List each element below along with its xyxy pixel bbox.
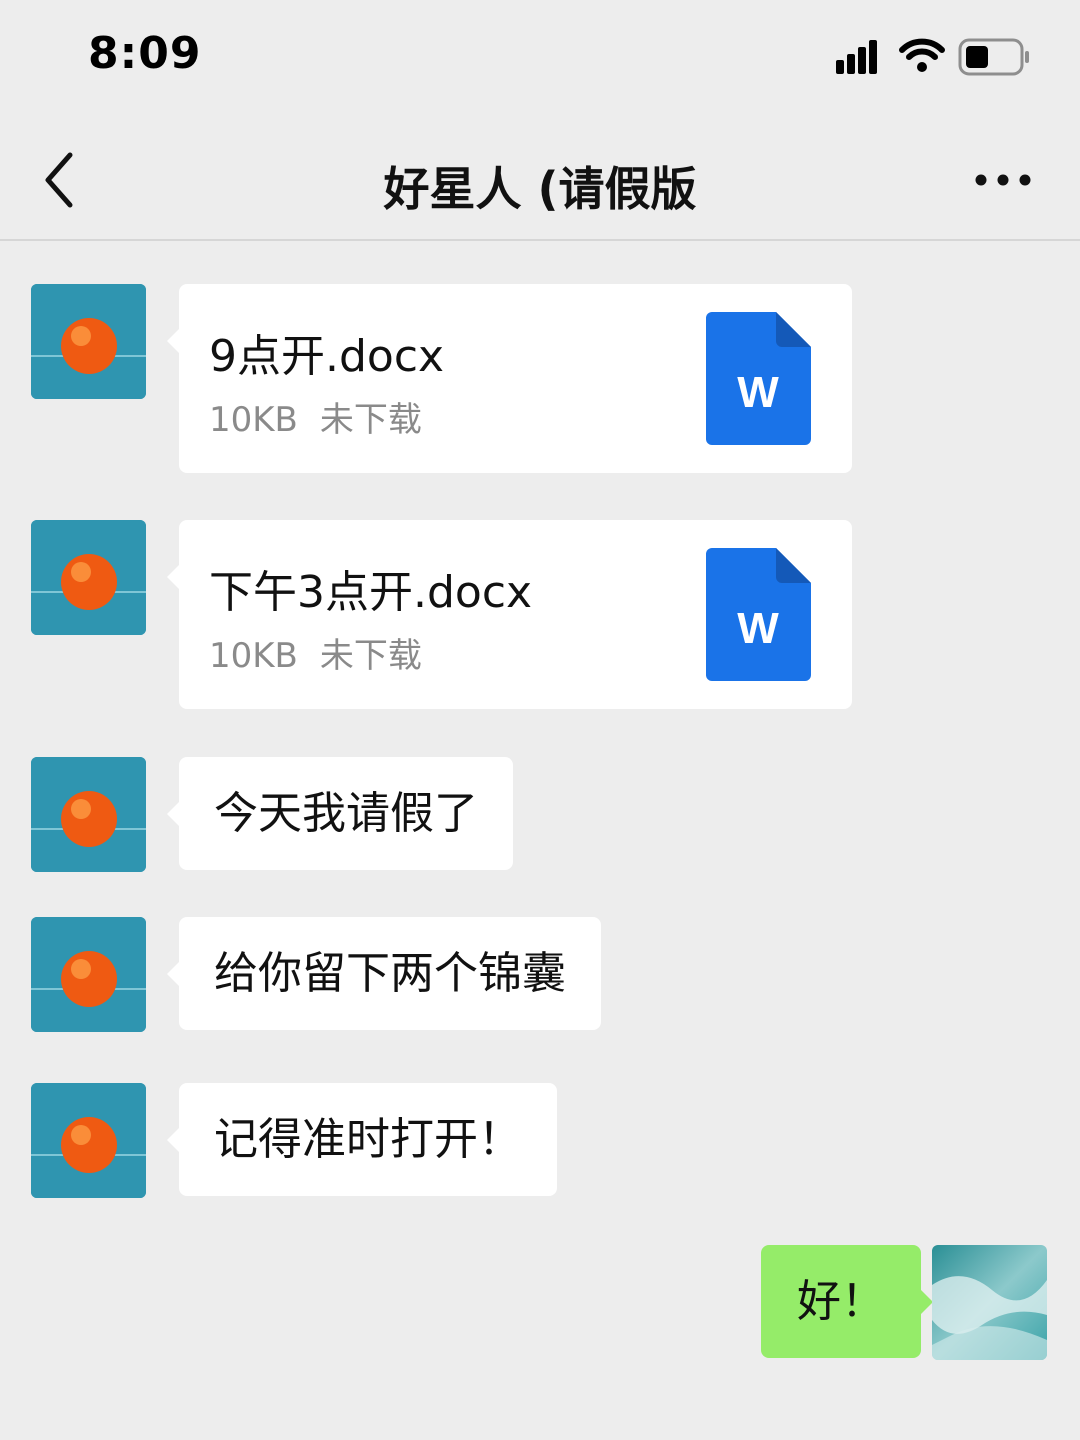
file-meta: 10KB 未下载 bbox=[209, 392, 444, 441]
text-message-bubble[interactable]: 给你留下两个锦囊 bbox=[167, 917, 601, 1030]
word-file-icon: W bbox=[706, 548, 811, 681]
more-button[interactable] bbox=[968, 155, 1038, 205]
file-message-bubble[interactable]: 9点开.docx 10KB 未下载 W bbox=[167, 284, 852, 473]
word-icon-letter: W bbox=[737, 368, 779, 417]
file-meta: 10KB 未下载 bbox=[209, 628, 444, 677]
file-size: 10KB bbox=[209, 636, 298, 676]
orange-ball-avatar-icon bbox=[31, 520, 146, 635]
chat-title: 好星人 (请假版 bbox=[383, 162, 697, 216]
file-name: 下午3点开.docx bbox=[209, 567, 533, 618]
file-message-bubble[interactable]: 下午3点开.docx 10KB 未下载 W bbox=[167, 520, 852, 709]
orange-ball-avatar-icon bbox=[31, 757, 146, 872]
text-message-bubble[interactable]: 今天我请假了 bbox=[167, 757, 513, 870]
status-bar: 8:09 bbox=[0, 0, 1080, 115]
text-message-bubble[interactable]: 记得准时打开！ bbox=[167, 1083, 557, 1196]
file-download-status: 未下载 bbox=[319, 400, 422, 440]
cellular-signal-icon bbox=[836, 40, 877, 74]
ocean-waves-avatar-icon bbox=[932, 1245, 1047, 1360]
orange-ball-avatar-icon bbox=[31, 1083, 146, 1198]
self-avatar[interactable] bbox=[932, 1245, 1047, 1360]
orange-ball-avatar-icon bbox=[31, 284, 146, 399]
contact-avatar[interactable] bbox=[31, 1083, 146, 1198]
contact-avatar[interactable] bbox=[31, 520, 146, 635]
self-text-message-bubble[interactable]: 好！ bbox=[761, 1245, 933, 1358]
file-name: 9点开.docx bbox=[209, 331, 445, 382]
word-file-icon: W bbox=[706, 312, 811, 445]
status-time: 8:09 bbox=[88, 28, 202, 79]
word-icon-letter: W bbox=[737, 604, 779, 653]
file-download-status: 未下载 bbox=[319, 636, 422, 676]
wifi-icon bbox=[899, 38, 945, 72]
nav-bar: 好星人 (请假版 bbox=[0, 115, 1080, 241]
contact-avatar[interactable] bbox=[31, 284, 146, 399]
file-size: 10KB bbox=[209, 400, 298, 440]
orange-ball-avatar-icon bbox=[31, 917, 146, 1032]
contact-avatar[interactable] bbox=[31, 917, 146, 1032]
battery-icon bbox=[958, 38, 1029, 76]
contact-avatar[interactable] bbox=[31, 757, 146, 872]
more-dots-icon bbox=[975, 174, 1031, 186]
